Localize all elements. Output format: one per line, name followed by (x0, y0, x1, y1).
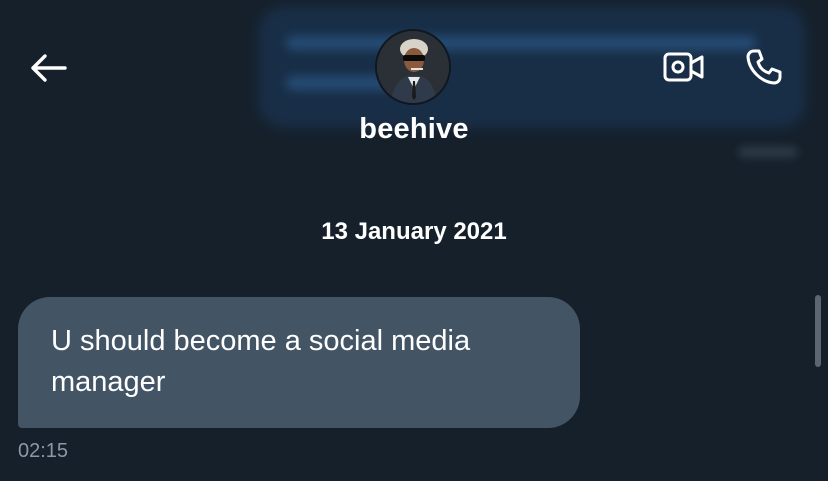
video-camera-icon (663, 52, 704, 82)
phone-icon (746, 49, 782, 85)
arrow-left-icon (31, 54, 67, 82)
video-call-button[interactable] (660, 45, 708, 89)
date-separator: 13 January 2021 (321, 218, 507, 245)
message-timestamp: 02:15 (18, 440, 69, 462)
back-button[interactable] (26, 46, 70, 90)
received-message-bubble[interactable]: U should become a social media manager (18, 297, 580, 428)
chat-header: beehive (0, 0, 828, 170)
scrollbar[interactable] (815, 295, 821, 367)
message-text: U should become a social media manager (51, 325, 471, 398)
avatar[interactable] (377, 31, 449, 103)
contact-name[interactable]: beehive (0, 113, 828, 146)
voice-call-button[interactable] (740, 44, 788, 90)
